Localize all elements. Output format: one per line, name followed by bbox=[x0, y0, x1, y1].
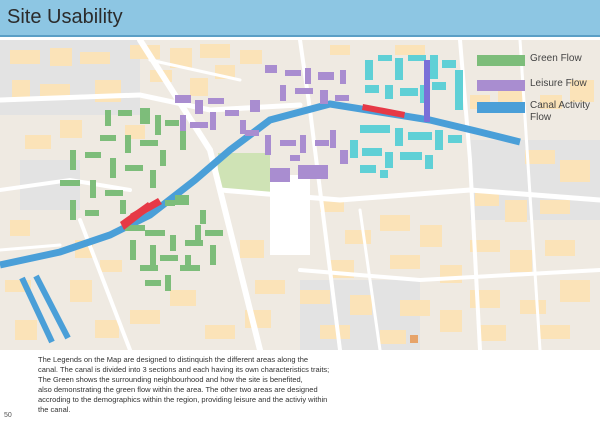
description-line: The Green shows the surrounding neighbou… bbox=[38, 375, 303, 384]
description-line: The Legends on the Map are designed to d… bbox=[38, 355, 309, 364]
legend-canal-flow: Canal Activity Flow bbox=[477, 100, 600, 124]
legend-leisure-flow: Leisure Flow bbox=[477, 78, 600, 91]
description-line: accroding to the demographics within the… bbox=[38, 395, 328, 404]
legend-green-label: Green Flow bbox=[530, 53, 582, 64]
legend-leisure-swatch bbox=[477, 80, 525, 91]
description-line: the canal. bbox=[38, 405, 71, 414]
description-line: canal. The canal is divided into 3 secti… bbox=[38, 365, 330, 374]
canal-activity-strip bbox=[424, 60, 430, 122]
page-number: 50 bbox=[4, 412, 12, 419]
legend-canal-swatch bbox=[477, 102, 525, 113]
map-description: The Legends on the Map are designed to d… bbox=[38, 355, 558, 415]
legend-canal-label: Canal Activity Flow bbox=[530, 100, 591, 123]
page-title: Site Usability bbox=[7, 6, 123, 28]
description-line: also demonstrating the green flow within… bbox=[38, 385, 318, 394]
park-area bbox=[218, 153, 270, 193]
header-bar: Site Usability bbox=[0, 0, 600, 37]
open-field bbox=[270, 175, 310, 255]
legend-green-swatch bbox=[477, 55, 525, 66]
legend-leisure-label: Leisure Flow bbox=[530, 78, 587, 89]
legend-green-flow: Green Flow bbox=[477, 53, 600, 66]
